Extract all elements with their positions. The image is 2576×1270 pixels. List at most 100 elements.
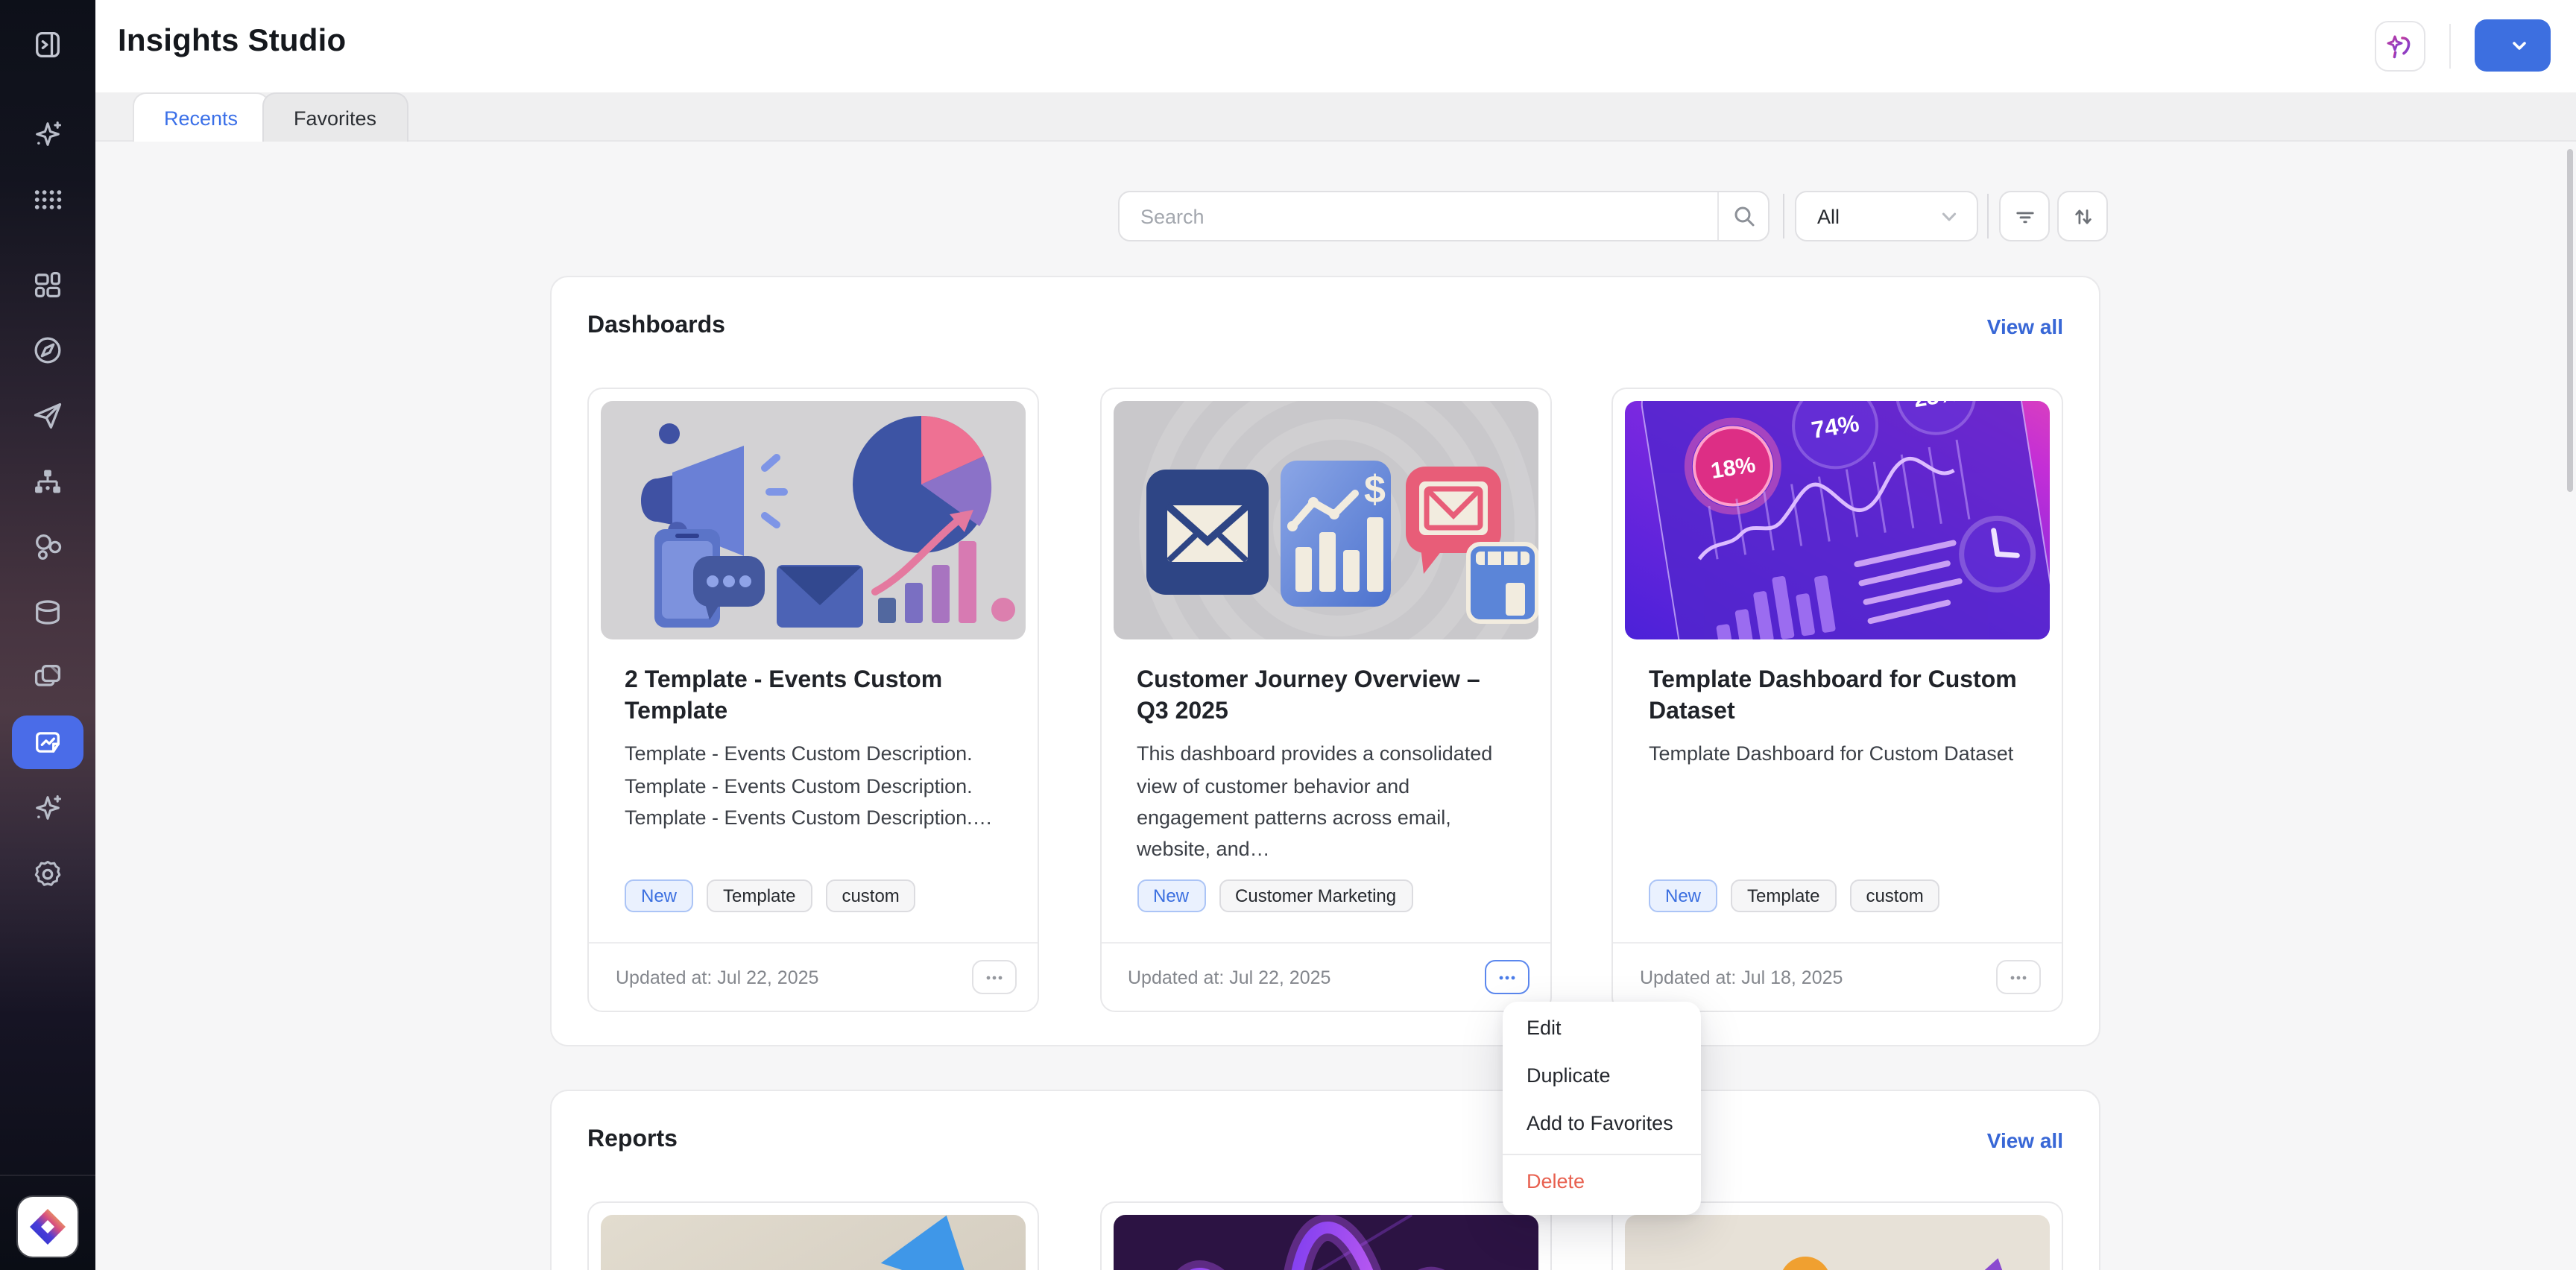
dashboards-section-title: Dashboards (587, 313, 725, 340)
tag-new: New (1137, 879, 1205, 912)
sitemap-icon[interactable] (0, 464, 95, 499)
card-3-description: Template Dashboard for Custom Dataset (1649, 738, 2026, 770)
report-card-1[interactable] (587, 1201, 1039, 1270)
dashboard-blocks-icon[interactable] (0, 267, 95, 303)
create-button[interactable] (2475, 19, 2551, 72)
filter-button[interactable] (1999, 191, 2050, 241)
card-2-description: This dashboard provides a consolidated v… (1137, 738, 1514, 865)
dashboards-cards-row: 2 Template - Events Custom Template Temp… (587, 388, 2063, 1012)
tag-new: New (625, 879, 693, 912)
envelope-3d (777, 565, 863, 628)
report-1-thumbnail[interactable] (601, 1215, 1026, 1270)
dashboard-card-3[interactable]: 18% 74% 23% (1611, 388, 2063, 1012)
chevron-down-icon (1939, 206, 1959, 226)
ellipsis-icon (2008, 967, 2029, 988)
search-box (1118, 191, 1770, 241)
page-title: Insights Studio (118, 24, 346, 60)
reports-view-all-link[interactable]: View all (1987, 1128, 2063, 1152)
report-3-thumbnail[interactable] (1625, 1215, 2050, 1270)
tag-new: New (1649, 879, 1717, 912)
card-2-updated: Updated at: Jul 22, 2025 (1128, 967, 1330, 988)
tab-favorites-label: Favorites (294, 107, 376, 129)
neon-dashboard-illustration: 18% 74% 23% (1625, 401, 2050, 639)
blue-arrow-illustration (601, 1215, 1026, 1270)
menu-item-add-to-favorites[interactable]: Add to Favorites (1503, 1100, 1701, 1148)
sort-icon (2070, 203, 2095, 229)
compass-icon[interactable] (0, 332, 95, 368)
header-divider (2449, 23, 2451, 68)
menu-item-edit[interactable]: Edit (1503, 1005, 1701, 1052)
type-filter-select[interactable]: All (1795, 191, 1978, 241)
card-2-tags: New Customer Marketing (1137, 879, 1514, 942)
tab-recents[interactable]: Recents (133, 92, 269, 142)
tag-customer-marketing: Customer Marketing (1219, 879, 1412, 912)
card-1-tags: New Template custom (625, 879, 1002, 942)
sort-button[interactable] (2057, 191, 2108, 241)
insights-studio-page: Insights Studio Recents Favorites All (0, 0, 2576, 1270)
dashboards-section: Dashboards View all (550, 276, 2100, 1046)
sidebar-divider (0, 1175, 95, 1176)
tab-recents-label: Recents (164, 107, 238, 129)
header-actions (2375, 19, 2551, 72)
type-filter-value: All (1817, 205, 1840, 227)
tab-strip: Recents Favorites (95, 92, 2576, 142)
card-1-more-button[interactable] (972, 960, 1017, 994)
card-2-more-button[interactable] (1484, 960, 1529, 994)
report-2-thumbnail[interactable] (1113, 1215, 1538, 1270)
reports-cards-row (587, 1201, 2063, 1270)
tab-favorites[interactable]: Favorites (262, 92, 408, 142)
ai-sparkle-icon[interactable] (0, 116, 95, 152)
ellipsis-icon (1496, 967, 1517, 988)
card-1-thumbnail[interactable] (601, 401, 1026, 639)
filter-icon (2012, 203, 2037, 229)
menu-item-duplicate[interactable]: Duplicate (1503, 1052, 1701, 1100)
dashboard-card-1[interactable]: 2 Template - Events Custom Template Temp… (587, 388, 1039, 1012)
ai-assistant-button[interactable] (2375, 20, 2425, 71)
apps-grid-icon[interactable] (0, 182, 95, 218)
card-1-updated: Updated at: Jul 22, 2025 (616, 967, 818, 988)
marketing-3d-illustration (601, 401, 1026, 639)
search-submit[interactable] (1717, 192, 1768, 240)
reports-section: Reports View all (550, 1090, 2100, 1270)
report-card-2[interactable] (1099, 1201, 1551, 1270)
ellipsis-icon (984, 967, 1005, 988)
insights-doc-icon[interactable] (0, 724, 95, 760)
copy-pages-icon[interactable] (0, 659, 95, 695)
ai-sparkle-2-icon[interactable] (0, 790, 95, 826)
card-3-updated: Updated at: Jul 18, 2025 (1640, 967, 1843, 988)
search-icon (1731, 204, 1755, 228)
card-3-more-button[interactable] (1996, 960, 2041, 994)
brand-logo[interactable] (18, 1197, 78, 1257)
card-3-title[interactable]: Template Dashboard for Custom Dataset (1649, 665, 2026, 727)
purple-rings-illustration (1113, 1215, 1538, 1270)
send-plane-icon[interactable] (0, 398, 95, 434)
settings-gear-icon[interactable] (0, 856, 95, 891)
store-icon (1468, 544, 1536, 622)
top-header: Insights Studio (95, 0, 2576, 92)
card-1-description: Template - Events Custom Description. Te… (625, 738, 1002, 833)
toolbar-divider-2 (1987, 194, 1989, 238)
tag-custom: custom (1849, 879, 1939, 912)
sidebar (0, 0, 95, 1270)
dashboards-view-all-link[interactable]: View all (1987, 315, 2063, 338)
card-1-title[interactable]: 2 Template - Events Custom Template (625, 665, 1002, 727)
menu-item-delete[interactable]: Delete (1503, 1158, 1701, 1206)
search-input[interactable] (1120, 192, 1717, 240)
tag-template: Template (1731, 879, 1836, 912)
dashboard-card-2[interactable]: $ (1099, 388, 1551, 1012)
toolbar-divider-1 (1783, 194, 1784, 238)
card-2-title[interactable]: Customer Journey Overview – Q3 2025 (1137, 665, 1514, 727)
vertical-scrollbar-thumb[interactable] (2567, 149, 2573, 492)
bubbles-icon[interactable] (0, 529, 95, 565)
card-3-tags: New Template custom (1649, 879, 2026, 942)
card-2-thumbnail[interactable]: $ (1113, 401, 1538, 639)
mail-app-icon (1146, 470, 1268, 595)
tag-template: Template (707, 879, 812, 912)
database-icon[interactable] (0, 595, 95, 631)
card-3-thumbnail[interactable]: 18% 74% 23% (1625, 401, 2050, 639)
email-analytics-illustration: $ (1113, 401, 1538, 639)
svg-text:$: $ (1363, 468, 1385, 511)
collapse-sidebar-icon[interactable] (0, 27, 95, 63)
tag-custom: custom (825, 879, 915, 912)
pill-bars-illustration (1625, 1215, 2050, 1270)
